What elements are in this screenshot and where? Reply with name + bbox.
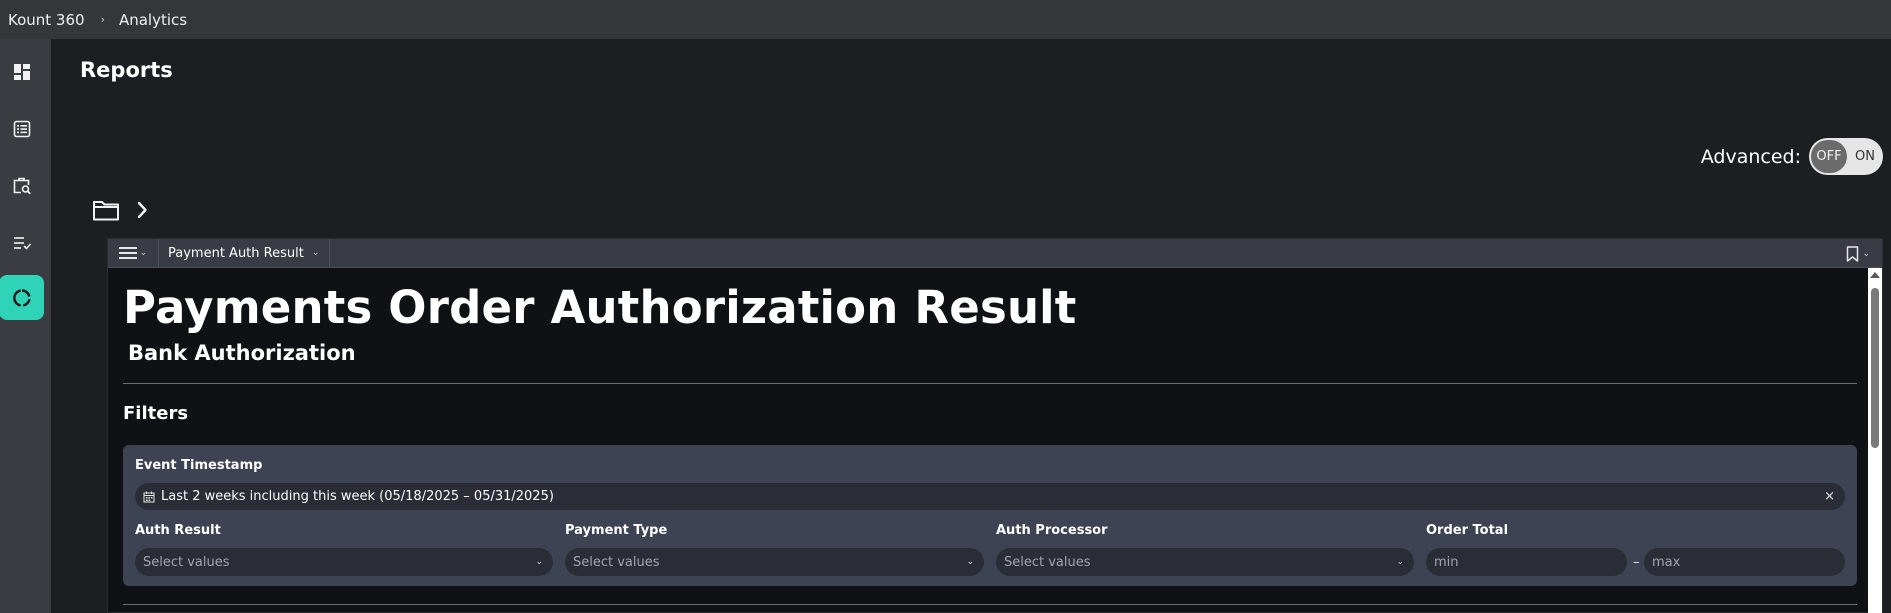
list-icon	[13, 120, 30, 137]
event-timestamp-label: Event Timestamp	[135, 458, 263, 473]
bookmark-icon	[1847, 245, 1859, 262]
clear-icon[interactable]: ×	[1824, 483, 1835, 510]
hamburger-icon	[118, 247, 137, 259]
auth-processor-label: Auth Processor	[996, 523, 1108, 538]
rail-list-button[interactable]	[0, 107, 43, 150]
filters-heading: Filters	[123, 403, 189, 424]
advanced-label: Advanced:	[1700, 145, 1801, 168]
breadcrumb-section[interactable]: Analytics	[119, 11, 187, 29]
report-menu-button[interactable]: ⌄	[108, 238, 159, 268]
divider	[123, 383, 1857, 384]
page-title: Reports	[80, 58, 173, 82]
rail-checklist-button[interactable]	[0, 221, 43, 264]
report-frame: ⌄ Payment Auth Result ⌄ ⌄ Payments Order…	[107, 238, 1883, 613]
chevron-down-icon: ⌄	[535, 557, 543, 567]
order-total-min-input[interactable]: min	[1426, 548, 1627, 576]
auth-processor-select[interactable]: Select values ⌄	[996, 548, 1414, 576]
order-total-min-placeholder: min	[1434, 554, 1459, 570]
range-dash: –	[1633, 554, 1640, 570]
breadcrumb-separator: ›	[100, 13, 105, 26]
order-total-max-input[interactable]: max	[1644, 548, 1845, 576]
report-title: Payments Order Authorization Result	[123, 281, 1077, 334]
report-folder-breadcrumb	[92, 198, 148, 222]
report-tab-label: Payment Auth Result	[168, 245, 304, 261]
rail-dashboard-button[interactable]	[0, 50, 43, 93]
checklist-icon	[13, 236, 31, 250]
toggle-off-knob: OFF	[1811, 140, 1847, 173]
advanced-toggle[interactable]: OFF ON	[1809, 138, 1883, 175]
breadcrumb-app[interactable]: Kount 360	[0, 11, 85, 29]
rail-analytics-button[interactable]	[0, 275, 44, 320]
chevron-down-icon: ⌄	[1396, 557, 1404, 567]
toggle-on-label: ON	[1855, 149, 1875, 164]
report-toolbar: ⌄ Payment Auth Result ⌄ ⌄	[108, 238, 1882, 268]
auth-processor-placeholder: Select values	[1004, 554, 1091, 570]
auth-result-select[interactable]: Select values ⌄	[135, 548, 553, 576]
event-timestamp-value: Last 2 weeks including this week (05/18/…	[161, 489, 554, 504]
side-rail	[0, 39, 51, 613]
chevron-down-icon: ⌄	[139, 248, 148, 258]
bookmark-button[interactable]: ⌄	[1846, 239, 1870, 268]
folder-icon[interactable]	[92, 198, 120, 222]
payment-type-select[interactable]: Select values ⌄	[565, 548, 984, 576]
event-timestamp-field[interactable]: Last 2 weeks including this week (05/18/…	[135, 483, 1845, 510]
chevron-right-icon[interactable]	[136, 201, 148, 219]
report-subtitle: Bank Authorization	[128, 341, 356, 365]
order-total-max-placeholder: max	[1652, 554, 1681, 570]
filters-panel: Event Timestamp Last 2 weeks including t…	[123, 445, 1857, 586]
payment-type-label: Payment Type	[565, 523, 668, 538]
advanced-toggle-group: Advanced: OFF ON	[1701, 138, 1883, 175]
scrollbar-thumb[interactable]	[1871, 288, 1879, 448]
report-scrollbar[interactable]	[1868, 268, 1882, 613]
scroll-up-arrow-icon[interactable]	[1870, 272, 1880, 278]
chevron-down-icon: ⌄	[966, 557, 974, 567]
rail-case-search-button[interactable]	[0, 164, 43, 207]
auth-result-label: Auth Result	[135, 523, 221, 538]
top-bar: Kount 360 › Analytics	[0, 0, 1891, 39]
chevron-down-icon: ⌄	[1862, 248, 1870, 259]
auth-result-placeholder: Select values	[143, 554, 230, 570]
analytics-donut-icon	[12, 288, 31, 307]
calendar-icon	[143, 491, 155, 503]
case-search-icon	[13, 177, 31, 194]
dashboard-icon	[13, 63, 30, 80]
divider	[123, 604, 1857, 605]
chevron-down-icon: ⌄	[311, 248, 320, 258]
payment-type-placeholder: Select values	[573, 554, 660, 570]
report-tab[interactable]: Payment Auth Result ⌄	[159, 238, 331, 268]
order-total-label: Order Total	[1426, 523, 1509, 538]
